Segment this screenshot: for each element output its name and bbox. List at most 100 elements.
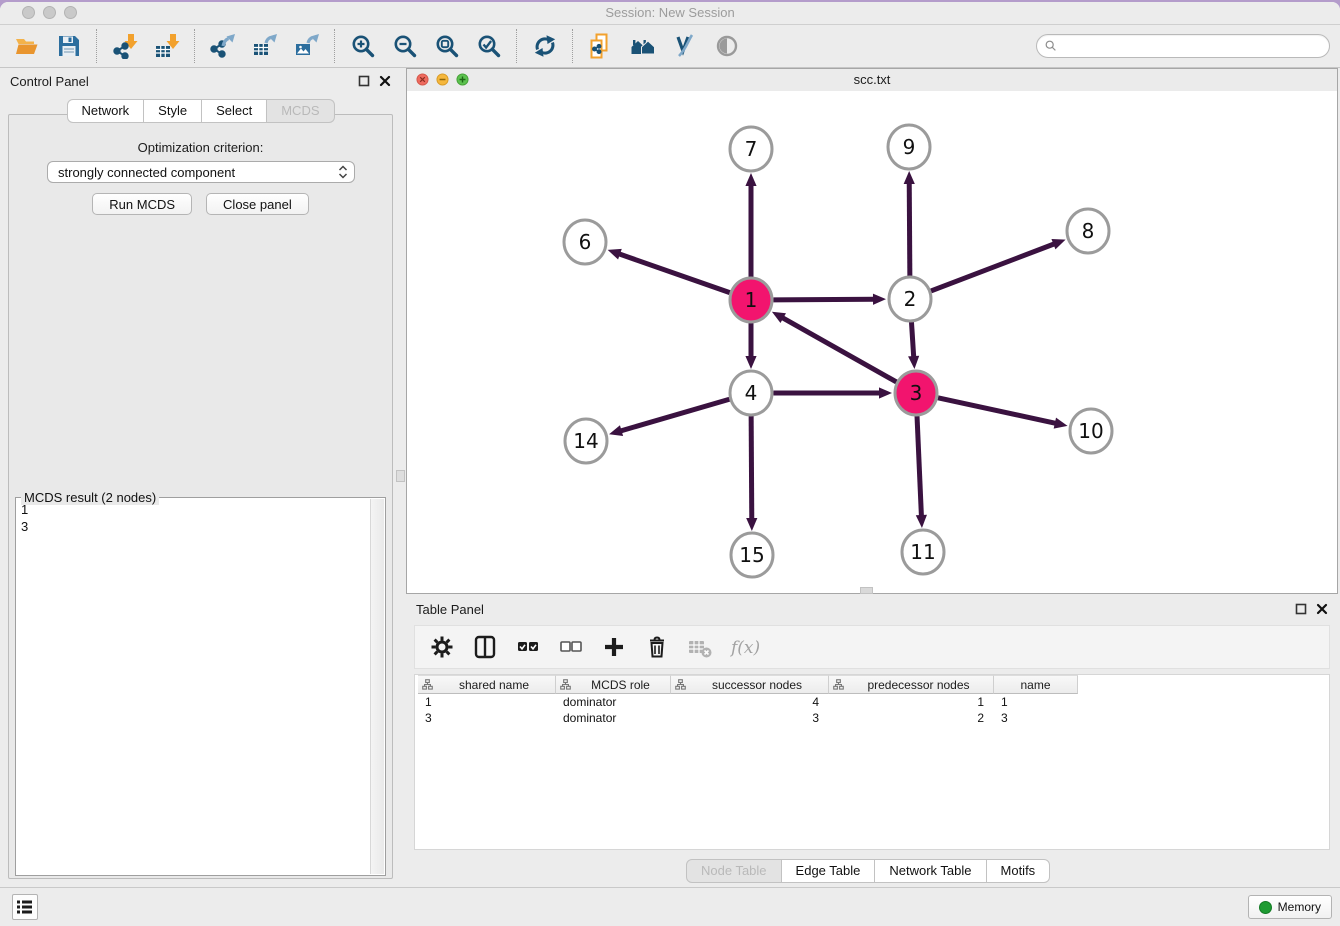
graph-edge-3-1[interactable] <box>772 312 896 382</box>
toggle-vizmapper-button[interactable] <box>671 32 699 60</box>
vertical-splitter-handle[interactable] <box>396 470 405 482</box>
graph-edge-1-6[interactable] <box>608 249 730 293</box>
table-tab-node-table[interactable]: Node Table <box>686 859 782 883</box>
graph-node-3[interactable]: 3 <box>895 371 937 415</box>
control-tab-style[interactable]: Style <box>144 99 202 123</box>
refresh-view-button[interactable] <box>531 32 559 60</box>
function-builder-button[interactable]: f(x) <box>730 634 764 660</box>
table-row-2[interactable]: 3dominator323 <box>418 710 1078 726</box>
zoom-selected-button[interactable] <box>475 32 503 60</box>
save-session-button[interactable] <box>55 32 83 60</box>
table-panel-tabs: Node TableEdge TableNetwork TableMotifs <box>686 859 1050 883</box>
graph-node-2[interactable]: 2 <box>889 277 931 321</box>
graph-edge-2-3[interactable] <box>908 321 919 369</box>
control-panel-header: Control Panel <box>0 68 401 94</box>
float-panel-icon[interactable] <box>358 74 370 86</box>
zoom-fit-content-button[interactable] <box>433 32 461 60</box>
result-scrollbar[interactable] <box>370 499 384 874</box>
control-panel-tabs: NetworkStyleSelectMCDS <box>66 99 334 123</box>
search-icon <box>1044 39 1058 53</box>
column-header-mcds-role[interactable]: MCDS role <box>556 675 671 694</box>
graph-node-1[interactable]: 1 <box>730 278 772 322</box>
cell-successor-nodes[interactable]: 4 <box>671 694 829 710</box>
export-image-button[interactable] <box>293 32 321 60</box>
toggle-graphics-details-button[interactable] <box>713 32 741 60</box>
column-header-name[interactable]: name <box>994 675 1078 694</box>
control-tab-select[interactable]: Select <box>202 99 267 123</box>
search-input[interactable] <box>1058 37 1329 55</box>
import-network-button[interactable] <box>111 32 139 60</box>
column-header-predecessor-nodes[interactable]: predecessor nodes <box>829 675 994 694</box>
zoom-out-button[interactable] <box>391 32 419 60</box>
add-column-button[interactable] <box>601 634 627 660</box>
cell-shared-name[interactable]: 1 <box>418 694 556 710</box>
horizontal-splitter-handle[interactable] <box>860 587 873 594</box>
cell-shared-name[interactable]: 3 <box>418 710 556 726</box>
float-table-panel-icon[interactable] <box>1295 602 1307 614</box>
deselect-all-checkboxes-button[interactable] <box>558 634 584 660</box>
cell-name[interactable]: 1 <box>994 694 1078 710</box>
table-tab-network-table[interactable]: Network Table <box>875 859 986 883</box>
control-tab-mcds[interactable]: MCDS <box>267 99 334 123</box>
table-row-1[interactable]: 1dominator411 <box>418 694 1078 710</box>
optimization-criterion-select[interactable]: strongly connected component <box>47 161 355 183</box>
show-column-button[interactable] <box>472 634 498 660</box>
close-panel-button[interactable]: Close panel <box>206 193 309 215</box>
run-mcds-button[interactable]: Run MCDS <box>92 193 192 215</box>
cytoscape-home-button[interactable] <box>629 32 657 60</box>
graph-edge-2-9[interactable] <box>904 171 915 277</box>
export-image-icon <box>294 33 320 59</box>
export-network-icon <box>210 33 236 59</box>
table-tab-edge-table[interactable]: Edge Table <box>782 859 876 883</box>
graph-edge-1-4[interactable] <box>745 323 756 370</box>
table-settings-gear-button[interactable] <box>429 634 455 660</box>
graph-node-6[interactable]: 6 <box>564 220 606 264</box>
graph-node-15[interactable]: 15 <box>731 533 773 577</box>
control-tab-network[interactable]: Network <box>66 99 144 123</box>
cell-mcds-role[interactable]: dominator <box>556 694 671 710</box>
delete-column-button[interactable] <box>644 634 670 660</box>
memory-button[interactable]: Memory <box>1248 895 1332 919</box>
close-table-panel-icon[interactable] <box>1316 602 1328 614</box>
graph-node-7[interactable]: 7 <box>730 127 772 171</box>
graph-edge-4-15[interactable] <box>746 415 757 531</box>
export-table-button[interactable] <box>251 32 279 60</box>
zoom-in-button[interactable] <box>349 32 377 60</box>
network-canvas[interactable]: 1 2 3 4 6 7 8 9 10 11 14 15 <box>407 91 1337 593</box>
graph-node-8[interactable]: 8 <box>1067 209 1109 253</box>
column-header-shared-name[interactable]: shared name <box>418 675 556 694</box>
graph-node-4[interactable]: 4 <box>730 371 772 415</box>
graph-edge-2-8[interactable] <box>931 239 1066 291</box>
cell-predecessor-nodes[interactable]: 1 <box>829 694 994 710</box>
cell-mcds-role[interactable]: dominator <box>556 710 671 726</box>
graph-node-14[interactable]: 14 <box>565 419 607 463</box>
graph-edge-3-11[interactable] <box>916 415 927 528</box>
column-header-label: shared name <box>433 678 555 692</box>
graph-edge-3-10[interactable] <box>938 398 1068 429</box>
open-session-button[interactable] <box>13 32 41 60</box>
mcds-result-list[interactable]: 13 <box>16 501 370 875</box>
graph-node-11[interactable]: 11 <box>902 530 944 574</box>
task-history-button[interactable] <box>12 894 38 920</box>
column-header-label: name <box>994 678 1077 692</box>
cell-successor-nodes[interactable]: 3 <box>671 710 829 726</box>
select-all-checkboxes-button[interactable] <box>515 634 541 660</box>
export-to-ndex-button[interactable] <box>587 32 615 60</box>
graph-node-9[interactable]: 9 <box>888 125 930 169</box>
table-tab-motifs[interactable]: Motifs <box>987 859 1051 883</box>
column-header-successor-nodes[interactable]: successor nodes <box>671 675 829 694</box>
graph-edge-1-7[interactable] <box>745 173 756 278</box>
graph-edge-1-2[interactable] <box>773 294 886 305</box>
refresh-view-icon <box>532 33 558 59</box>
export-network-button[interactable] <box>209 32 237 60</box>
import-table-button[interactable] <box>153 32 181 60</box>
list-icon <box>15 897 35 917</box>
graph-edge-4-3[interactable] <box>774 387 893 398</box>
cell-name[interactable]: 3 <box>994 710 1078 726</box>
close-panel-icon[interactable] <box>379 74 391 86</box>
cell-predecessor-nodes[interactable]: 2 <box>829 710 994 726</box>
graph-edge-4-14[interactable] <box>609 399 729 436</box>
status-bar: Memory <box>0 887 1340 926</box>
delete-table-button[interactable] <box>687 634 713 660</box>
graph-node-10[interactable]: 10 <box>1070 409 1112 453</box>
